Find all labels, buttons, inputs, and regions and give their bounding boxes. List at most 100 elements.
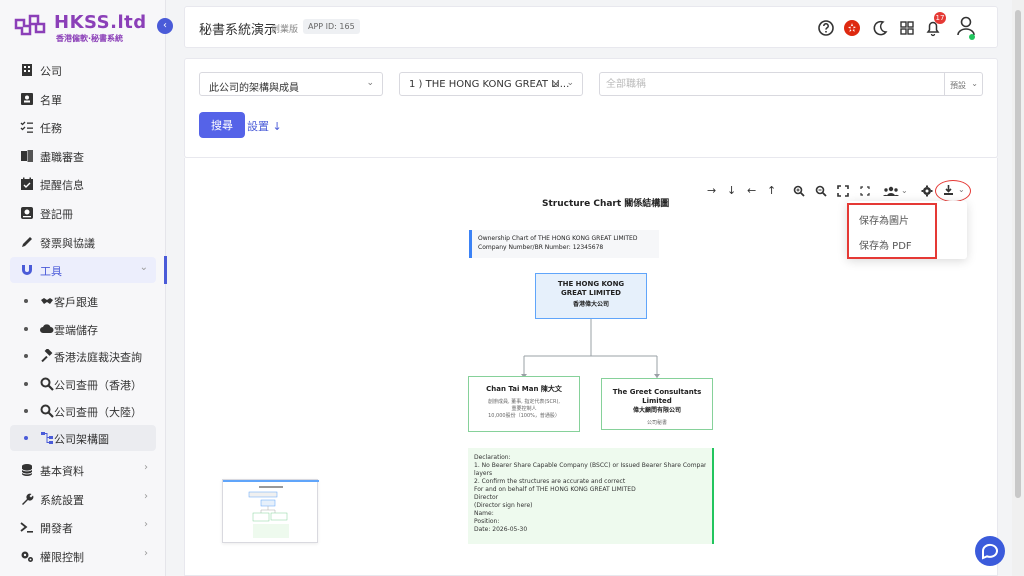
hk-flag-icon[interactable] xyxy=(843,19,861,37)
sidebar-item-label: 發票與協議 xyxy=(40,237,95,250)
chevron-right-icon: › xyxy=(144,548,148,559)
chevron-right-icon: › xyxy=(144,462,148,473)
arrow-down-icon: ↓ xyxy=(272,120,282,133)
database-icon xyxy=(21,464,33,476)
dark-mode-icon[interactable] xyxy=(871,19,889,37)
building-icon xyxy=(22,64,32,76)
brand-logo[interactable]: HKSS.ltd 香港僱軟·秘書系統 xyxy=(8,10,158,46)
sidebar-item-label: 名單 xyxy=(40,94,62,107)
sidebar-item-label: 登記冊 xyxy=(40,208,73,221)
corp-role: 公司秘書 xyxy=(646,420,667,426)
brand-name: HKSS.ltd xyxy=(54,12,147,33)
sidebar-item-list[interactable]: 名單 xyxy=(10,86,156,112)
bullet-icon xyxy=(24,436,28,440)
sidebar-item-label: 公司 xyxy=(40,65,62,78)
person-name: Chan Tai Man 陳大文 xyxy=(486,385,562,393)
clear-icon[interactable]: × xyxy=(552,79,560,90)
declaration-line: Name: xyxy=(474,510,494,517)
sidebar-item-tasks[interactable]: 任務 xyxy=(10,114,156,140)
person-node[interactable]: Chan Tai Man 陳大文 創辦成員, 董事, 指定代表(SCR), 重要… xyxy=(468,376,580,432)
sidebar-subitem-company-search-hk[interactable]: 公司查冊（香港） xyxy=(10,371,156,397)
sidebar-item-invoices[interactable]: 發票與協議 xyxy=(10,229,156,255)
sidebar-subitem-label: 香港法庭裁決查詢 xyxy=(54,351,142,364)
contact-icon xyxy=(21,93,33,105)
company-select[interactable]: 1 ) THE HONG KONG GREAT LI... × ⌄ xyxy=(399,72,583,96)
sidebar-item-due-diligence[interactable]: 盡職審查 xyxy=(10,143,156,169)
pen-icon xyxy=(22,237,32,247)
sidebar-item-label: 盡職審查 xyxy=(40,151,84,164)
corporate-secretary-node[interactable]: The Greet Consultants Limited 偉大顧問有限公司 公… xyxy=(601,378,713,430)
declaration-line: 1. No Bearer Share Capable Company (BSCC… xyxy=(474,462,706,469)
chat-support-button[interactable] xyxy=(975,536,1005,566)
page-scrollbar[interactable] xyxy=(1012,0,1024,576)
declaration-line: For and on behalf of THE HONG KONG GREAT… xyxy=(474,486,636,493)
sidebar-subitem-label: 客戶跟進 xyxy=(54,296,98,309)
top-header: 秘書系統演示 創業版 APP ID: 165 17 xyxy=(184,6,998,48)
app-id-badge: APP ID: 165 xyxy=(303,19,360,34)
person-roles: 創辦成員, 董事, 指定代表(SCR), 重要控制人 10,000股份（100%… xyxy=(488,399,560,419)
help-icon[interactable] xyxy=(817,19,835,37)
chevron-right-icon: › xyxy=(144,519,148,530)
cloud-icon xyxy=(40,324,54,333)
preset-select[interactable]: 預設 ⌄ xyxy=(945,72,983,96)
apps-grid-icon[interactable] xyxy=(898,19,916,37)
sidebar-subitem-client-followup[interactable]: 客戶跟進 xyxy=(10,288,156,314)
sidebar-item-label: 工具 xyxy=(40,265,62,278)
declaration-line: Date: 2026-05-30 xyxy=(474,526,528,533)
sidebar-subitem-label: 雲端儲存 xyxy=(54,324,98,337)
declaration-line: 2. Confirm the structures are accurate a… xyxy=(474,478,626,485)
sidebar-item-label: 系統設置 xyxy=(40,494,84,507)
sidebar-subitem-court-search[interactable]: 香港法庭裁決查詢 xyxy=(10,343,156,369)
chart-panel: → ↓ ← ↑ ⌄ ⌄ 保存為圖片 保存為 PDF Structure Char… xyxy=(184,158,998,576)
sidebar-subitem-cloud-storage[interactable]: 雲端儲存 xyxy=(10,316,156,342)
sidebar-collapse-button[interactable]: ‹ xyxy=(157,18,173,34)
edition-label: 創業版 xyxy=(271,25,299,35)
bullet-icon xyxy=(24,382,28,386)
terminal-icon xyxy=(20,522,33,533)
scrollbar-thumb[interactable] xyxy=(1015,10,1021,498)
declaration-line: Position: xyxy=(474,518,500,525)
chevron-down-icon: ⌄ xyxy=(366,78,374,88)
handshake-icon xyxy=(41,298,53,304)
online-status-dot xyxy=(969,34,975,40)
settings-link[interactable]: 設置 ↓ xyxy=(247,118,282,134)
declaration-line: (Director sign here) xyxy=(474,502,533,509)
sidebar-item-register[interactable]: 登記冊 xyxy=(10,200,156,226)
register-icon xyxy=(21,207,33,219)
sidebar-subitem-org-chart[interactable]: 公司架構圖 xyxy=(10,425,156,451)
minimap-preview xyxy=(223,480,319,538)
gavel-icon xyxy=(41,349,53,363)
declaration-line: layers xyxy=(474,470,493,477)
chevron-down-icon: ⌄ xyxy=(139,262,148,273)
bullet-icon xyxy=(24,299,28,303)
sidebar-item-tools[interactable]: 工具 ⌄ xyxy=(10,257,156,283)
chevron-down-icon: ⌄ xyxy=(566,78,574,88)
calendar-check-icon xyxy=(21,177,33,190)
sidebar-item-system-settings[interactable]: 系統設置 › xyxy=(10,486,156,512)
wrench-icon xyxy=(22,493,34,505)
title-filter-input[interactable] xyxy=(599,72,945,96)
structure-select[interactable]: 此公司的架構與成員 ⌄ xyxy=(199,72,383,96)
corp-name: The Greet Consultants Limited 偉大顧問有限公司 xyxy=(612,388,702,414)
sidebar-item-permissions[interactable]: 權限控制 › xyxy=(10,543,156,569)
sidebar-item-reminders[interactable]: 提醒信息 xyxy=(10,171,156,197)
sidebar-subitem-company-search-cn[interactable]: 公司查冊（大陸） xyxy=(10,398,156,424)
app-title: 秘書系統演示 xyxy=(199,23,278,38)
sidebar-item-basic-info[interactable]: 基本資料 › xyxy=(10,457,156,483)
declaration-line: Declaration: xyxy=(474,454,511,461)
chart-minimap[interactable] xyxy=(222,479,319,543)
sidebar-item-label: 開發者 xyxy=(40,522,73,535)
sidebar-subitem-label: 公司查冊（香港） xyxy=(54,379,142,392)
declaration-line: Director xyxy=(474,494,499,501)
chevron-down-icon: ⌄ xyxy=(971,79,978,88)
search-button[interactable]: 搜尋 xyxy=(199,112,245,138)
brand-subtitle: 香港僱軟·秘書系統 xyxy=(56,34,124,43)
sidebar-item-company[interactable]: 公司 xyxy=(10,57,156,83)
company-node[interactable]: THE HONG KONG GREAT LIMITED 香港偉大公司 xyxy=(535,273,647,319)
active-indicator xyxy=(164,256,167,284)
sidebar-item-label: 基本資料 xyxy=(40,465,84,478)
sidebar-item-label: 任務 xyxy=(40,122,62,135)
checklist-icon xyxy=(20,121,33,133)
bullet-icon xyxy=(24,327,28,331)
sidebar-item-developer[interactable]: 開發者 › xyxy=(10,514,156,540)
